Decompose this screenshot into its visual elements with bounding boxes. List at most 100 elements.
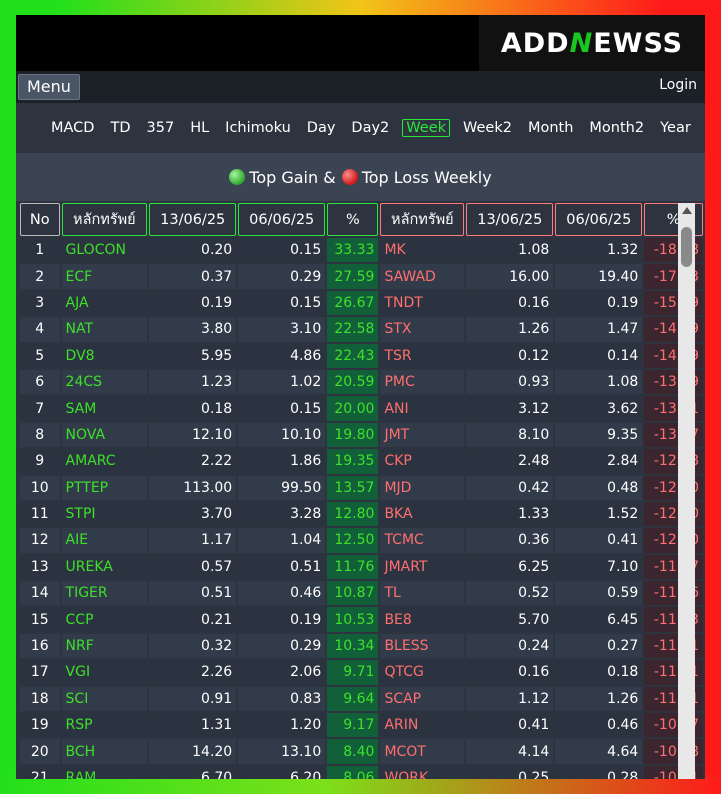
nav-item-week[interactable]: Week xyxy=(402,119,451,137)
cell-no: 9 xyxy=(20,449,60,474)
cell-loss-symbol[interactable]: MJD xyxy=(380,475,465,500)
cell-loss-symbol[interactable]: BLESS xyxy=(380,633,465,659)
cell-loss-price2: 7.10 xyxy=(555,554,643,580)
cell-loss-symbol[interactable]: MCOT xyxy=(380,739,465,764)
cell-gain-price1: 6.70 xyxy=(149,765,237,779)
cell-loss-price1: 0.16 xyxy=(466,290,554,316)
cell-loss-price2: 2.84 xyxy=(555,449,643,474)
nav-item-year2[interactable]: Year2 xyxy=(704,119,705,137)
cell-loss-symbol[interactable]: JMT xyxy=(380,422,465,448)
nav-item-month[interactable]: Month xyxy=(525,119,576,137)
table-body: 1 GLOCON 0.20 0.15 33.33 MK 1.08 1.32 -18.18 2 ECF… xyxy=(20,238,703,779)
cell-loss-symbol[interactable]: ANI xyxy=(380,396,465,421)
cell-loss-symbol[interactable]: ARIN xyxy=(380,713,465,738)
nav-item-357[interactable]: 357 xyxy=(144,119,178,137)
table-row: 16 NRF 0.32 0.29 10.34 BLESS 0.24 0.27 -11.11 xyxy=(20,633,703,659)
table-row: 19 RSP 1.31 1.20 9.17 ARIN 0.41 0.46 -10.87 xyxy=(20,713,703,738)
cell-loss-symbol[interactable]: TNDT xyxy=(380,290,465,316)
cell-gain-symbol[interactable]: STPI xyxy=(61,501,148,527)
cell-gain-price2: 1.02 xyxy=(238,369,326,395)
cell-gain-symbol[interactable]: AIE xyxy=(61,528,148,553)
red-dot-icon xyxy=(341,169,358,185)
cell-gain-symbol[interactable]: 24CS xyxy=(61,369,148,395)
cell-loss-symbol[interactable]: STX xyxy=(380,317,465,342)
header-gain-date2[interactable]: 06/06/25 xyxy=(238,203,326,236)
cell-gain-pct: 8.40 xyxy=(327,739,379,764)
cell-loss-symbol[interactable]: BKA xyxy=(380,501,465,527)
cell-loss-symbol[interactable]: WORK xyxy=(380,765,465,779)
cell-gain-price2: 0.51 xyxy=(238,554,326,580)
cell-gain-symbol[interactable]: DV8 xyxy=(61,343,148,368)
cell-loss-price2: 0.59 xyxy=(555,581,643,606)
nav-item-macd[interactable]: MACD xyxy=(48,119,97,137)
cell-gain-price2: 0.15 xyxy=(238,396,326,421)
cell-gain-symbol[interactable]: AMARC xyxy=(61,449,148,474)
nav-item-year[interactable]: Year xyxy=(657,119,694,137)
cell-loss-symbol[interactable]: JMART xyxy=(380,554,465,580)
cell-gain-symbol[interactable]: PTTEP xyxy=(61,475,148,500)
cell-gain-symbol[interactable]: UREKA xyxy=(61,554,148,580)
cell-gain-pct: 19.80 xyxy=(327,422,379,448)
cell-loss-symbol[interactable]: BE8 xyxy=(380,607,465,632)
cell-loss-symbol[interactable]: TSR xyxy=(380,343,465,368)
menu-button[interactable]: Menu xyxy=(18,74,80,100)
nav-item-hl[interactable]: HL xyxy=(187,119,212,137)
cell-loss-symbol[interactable]: SCAP xyxy=(380,686,465,712)
site-logo[interactable]: ADDNEWSS xyxy=(479,15,705,71)
cell-gain-pct: 9.17 xyxy=(327,713,379,738)
cell-gain-symbol[interactable]: RSP xyxy=(61,713,148,738)
header-loss-date1[interactable]: 13/06/25 xyxy=(466,203,554,236)
vertical-scrollbar[interactable] xyxy=(678,203,695,779)
nav-item-day[interactable]: Day xyxy=(304,119,339,137)
nav-item-ichimoku[interactable]: Ichimoku xyxy=(222,119,294,137)
cell-loss-price2: 0.46 xyxy=(555,713,643,738)
nav-item-day2[interactable]: Day2 xyxy=(348,119,392,137)
cell-gain-symbol[interactable]: NOVA xyxy=(61,422,148,448)
nav-item-month2[interactable]: Month2 xyxy=(586,119,647,137)
login-link[interactable]: Login xyxy=(659,77,697,93)
cell-loss-symbol[interactable]: TCMC xyxy=(380,528,465,553)
table-row: 14 TIGER 0.51 0.46 10.87 TL 0.52 0.59 -11.86 xyxy=(20,581,703,606)
cell-loss-price1: 16.00 xyxy=(466,264,554,289)
scroll-thumb[interactable] xyxy=(681,227,692,267)
header-gain-date1[interactable]: 13/06/25 xyxy=(149,203,237,236)
cell-gain-symbol[interactable]: TIGER xyxy=(61,581,148,606)
table-row: 13 UREKA 0.57 0.51 11.76 JMART 6.25 7.10 -11.97 xyxy=(20,554,703,580)
cell-loss-symbol[interactable]: PMC xyxy=(380,369,465,395)
cell-loss-symbol[interactable]: SAWAD xyxy=(380,264,465,289)
cell-gain-price1: 2.26 xyxy=(149,660,237,685)
cell-gain-symbol[interactable]: BCH xyxy=(61,739,148,764)
cell-gain-symbol[interactable]: SCI xyxy=(61,686,148,712)
cell-gain-price1: 0.37 xyxy=(149,264,237,289)
cell-gain-symbol[interactable]: NRF xyxy=(61,633,148,659)
cell-gain-symbol[interactable]: RAM xyxy=(61,765,148,779)
header-loss-symbol[interactable]: หลักทรัพย์ xyxy=(380,203,465,236)
header-loss-date2[interactable]: 06/06/25 xyxy=(555,203,643,236)
cell-loss-symbol[interactable]: QTCG xyxy=(380,660,465,685)
nav-item-td[interactable]: TD xyxy=(107,119,133,137)
cell-loss-symbol[interactable]: MK xyxy=(380,238,465,263)
cell-gain-symbol[interactable]: AJA xyxy=(61,290,148,316)
cell-gain-symbol[interactable]: VGI xyxy=(61,660,148,685)
header-gain-pct[interactable]: % xyxy=(327,203,379,236)
cell-gain-symbol[interactable]: NAT xyxy=(61,317,148,342)
table-row: 18 SCI 0.91 0.83 9.64 SCAP 1.12 1.26 -11.11 xyxy=(20,686,703,712)
cell-gain-symbol[interactable]: CCP xyxy=(61,607,148,632)
cell-no: 8 xyxy=(20,422,60,448)
cell-loss-symbol[interactable]: CKP xyxy=(380,449,465,474)
nav-item-week2[interactable]: Week2 xyxy=(460,119,515,137)
header-no[interactable]: No xyxy=(20,203,60,236)
cell-gain-price2: 1.20 xyxy=(238,713,326,738)
header-gain-symbol[interactable]: หลักทรัพย์ xyxy=(61,203,148,236)
cell-gain-symbol[interactable]: ECF xyxy=(61,264,148,289)
cell-loss-price1: 3.12 xyxy=(466,396,554,421)
cell-gain-symbol[interactable]: GLOCON xyxy=(61,238,148,263)
cell-gain-price1: 0.20 xyxy=(149,238,237,263)
cell-gain-symbol[interactable]: SAM xyxy=(61,396,148,421)
cell-gain-price2: 0.83 xyxy=(238,686,326,712)
cell-gain-price2: 0.46 xyxy=(238,581,326,606)
cell-loss-symbol[interactable]: TL xyxy=(380,581,465,606)
cell-gain-price2: 6.20 xyxy=(238,765,326,779)
cell-gain-price2: 0.15 xyxy=(238,238,326,263)
scroll-up-arrow-icon[interactable] xyxy=(682,207,692,214)
